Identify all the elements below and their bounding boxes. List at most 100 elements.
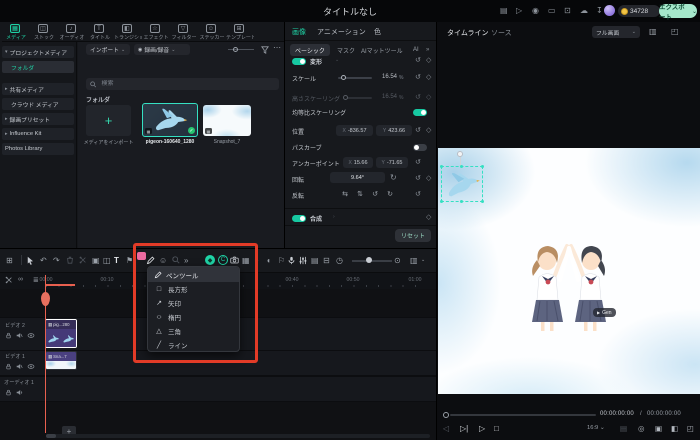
anchor-y-input[interactable]: Y -71.65 <box>376 157 408 168</box>
media-item-pigeon[interactable]: ▦ ✓ <box>142 103 198 137</box>
next-frame-button[interactable]: ▷| <box>460 424 468 433</box>
nav-audio[interactable]: ♪オーディオ <box>58 22 86 41</box>
speaker-icon[interactable] <box>16 389 23 396</box>
text-tool-icon[interactable]: T <box>114 253 119 267</box>
keyframe-icon[interactable]: ◇ <box>426 214 431 221</box>
record-icon[interactable]: ◉ <box>532 6 539 16</box>
subtab-ai[interactable]: AI <box>413 44 419 56</box>
camera-icon[interactable] <box>230 253 239 267</box>
thumb-size-slider[interactable] <box>228 49 254 50</box>
keyframe-icon[interactable]: ◇ <box>426 74 431 81</box>
resize-handle[interactable] <box>460 200 463 203</box>
fit-timeline-icon[interactable]: ⊙ <box>394 253 401 267</box>
timeline-scrollbar[interactable] <box>46 434 430 438</box>
expand-icon[interactable]: ◰ <box>671 27 679 36</box>
sidebar-item-folder[interactable]: フォルダ <box>2 61 74 73</box>
rotate-cw-icon[interactable]: ↻ <box>384 188 396 199</box>
chevron-icon[interactable]: › <box>333 214 335 220</box>
filter-funnel-icon[interactable] <box>260 45 269 54</box>
gift-icon[interactable]: ▤ <box>500 6 508 16</box>
export-button[interactable]: エクスポート ⌄ <box>659 4 697 18</box>
track-audio-1[interactable] <box>0 376 437 402</box>
mic-icon[interactable] <box>288 253 295 267</box>
snapshot-icon[interactable]: ◎ <box>638 424 645 433</box>
nav-filter[interactable]: ▽フィルター <box>170 22 198 41</box>
composite-toggle[interactable] <box>292 215 306 222</box>
menu-item-ellipse[interactable]: ○楕円 <box>148 310 239 324</box>
panel-divider[interactable] <box>436 22 437 440</box>
nav-template[interactable]: ⊞テンプレート <box>226 22 254 41</box>
ai-tool-icon[interactable]: ◆ <box>205 255 215 265</box>
transform-toggle[interactable] <box>292 58 306 65</box>
subtab-overflow-icon[interactable]: » <box>426 44 429 56</box>
flip-vertical-icon[interactable]: ⇅ <box>354 188 366 199</box>
tab-timeline[interactable]: タイムライン <box>447 28 489 38</box>
split-view-icon[interactable]: ▥ <box>649 27 657 36</box>
more-options-icon[interactable]: ⋯ <box>273 43 281 52</box>
tab-image[interactable]: 画像 <box>292 27 306 37</box>
position-y-input[interactable]: Y 423.66 <box>376 125 412 136</box>
sidebar-item-record-presets[interactable]: ▸録画プリセット <box>2 113 74 125</box>
list-icon[interactable]: ≣ <box>33 276 39 284</box>
tab-color[interactable]: 色 <box>374 27 381 37</box>
nav-stock[interactable]: ◫ストック <box>30 22 58 41</box>
seek-knob[interactable] <box>443 412 449 418</box>
share-icon[interactable]: ▷ <box>516 6 522 16</box>
speed-icon[interactable]: ◔ <box>254 253 259 267</box>
timeline-zoom-knob[interactable] <box>366 257 372 263</box>
lock-icon[interactable] <box>5 332 12 339</box>
save-icon[interactable]: ⊡ <box>564 6 571 16</box>
nav-media[interactable]: ▦メディア <box>2 22 30 41</box>
sidebar-item-cloud-media[interactable]: クラウド メディア <box>2 98 74 110</box>
render-preview-icon[interactable]: ▤ <box>311 253 319 267</box>
uniform-scale-toggle[interactable] <box>413 109 427 116</box>
prev-frame-button[interactable]: ◁ <box>443 424 449 433</box>
reset-icon[interactable]: ↺ <box>415 57 421 64</box>
search-input[interactable] <box>99 80 275 88</box>
import-media-tile[interactable]: + <box>86 105 131 136</box>
seek-bar[interactable] <box>450 414 596 416</box>
record-button[interactable]: ◉ 録画/録音⌄ <box>134 44 190 55</box>
aspect-ratio-select[interactable]: 16:9 ⌄ <box>587 425 605 431</box>
display-icon[interactable]: ▭ <box>548 6 556 16</box>
marker-flag-icon[interactable]: ⚑ <box>126 253 133 267</box>
sidebar-item-influence-kit[interactable]: ▸Influence Kit <box>2 128 74 140</box>
anchor-x-input[interactable]: X 15.66 <box>343 157 373 168</box>
keyframe-icon[interactable]: ◇ <box>426 57 431 64</box>
mute-icon[interactable] <box>16 332 23 339</box>
sidebar-item-photos-library[interactable]: Photos Library <box>2 143 74 155</box>
reset-icon[interactable]: ↺ <box>415 175 421 182</box>
select-tool-icon[interactable] <box>26 253 34 267</box>
subtab-mask[interactable]: マスク <box>337 44 355 56</box>
preview-zoom-select[interactable]: フル画面 ⌄ <box>592 26 640 38</box>
keyframe-icon[interactable]: ◇ <box>426 175 431 182</box>
sidebar-item-project-media[interactable]: ▾プロジェクトメディア <box>2 46 74 58</box>
frame-capture-icon[interactable]: ▣ <box>655 424 662 433</box>
pen-tool-icon[interactable] <box>146 253 155 267</box>
reset-icon[interactable]: ↺ <box>415 159 421 166</box>
chroma-key-icon[interactable]: C <box>218 255 228 265</box>
media-search[interactable] <box>86 78 279 90</box>
flip-horizontal-icon[interactable]: ⇆ <box>339 188 351 199</box>
more-tools-icon[interactable]: » <box>184 253 188 267</box>
playhead-handle[interactable] <box>41 292 50 306</box>
resize-handle[interactable] <box>440 200 443 203</box>
scrollbar-handle[interactable] <box>46 434 56 438</box>
rotation-input[interactable]: 9.64° <box>330 172 385 183</box>
lock-icon[interactable] <box>5 363 12 370</box>
scale-slider-knob[interactable] <box>341 75 346 80</box>
nav-sticker[interactable]: ☺ステッカー <box>198 22 226 41</box>
nav-transition[interactable]: ◧トランジション <box>114 22 142 41</box>
tab-source[interactable]: ソース <box>491 28 512 38</box>
timeline-zoom-slider[interactable] <box>352 260 392 262</box>
chevron-down-icon[interactable]: ⌄ <box>421 253 425 267</box>
resize-handle[interactable] <box>481 165 484 168</box>
tab-animation[interactable]: アニメーション <box>317 27 366 37</box>
clip-snapshot[interactable]: ▦Sna...7 <box>45 351 77 370</box>
nav-effect[interactable]: ☆エフェクト <box>142 22 170 41</box>
nav-title[interactable]: Tタイトル <box>86 22 114 41</box>
rotate-dial-icon[interactable]: ↻ <box>390 174 397 181</box>
stop-button[interactable]: □ <box>494 424 499 433</box>
link-icon[interactable]: ∞ <box>18 276 23 283</box>
rotate-ccw-icon[interactable]: ↺ <box>369 188 381 199</box>
